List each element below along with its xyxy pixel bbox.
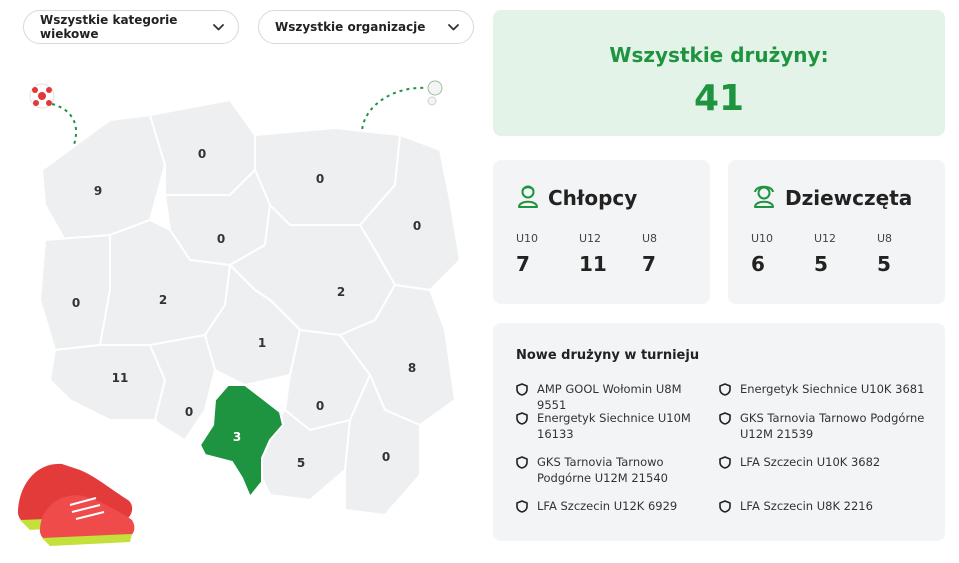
shield-icon [719,500,731,513]
count-pomorskie: 0 [198,147,206,161]
shield-icon [516,412,528,425]
shield-icon [516,500,528,513]
team-name: GKS Tarnovia Tarnowo Podgórne U12M 21540 [537,455,668,485]
team-list-item[interactable]: AMP GOOL Wołomin U8M 9551 [516,381,706,413]
boys-title: Chłopcy [548,186,638,210]
chevron-down-icon [213,21,224,33]
boys-category-value: 7 [642,252,656,276]
team-name: LFA Szczecin U8K 2216 [740,499,873,513]
boys-category-value: 7 [516,252,530,276]
team-list-item[interactable]: LFA Szczecin U12K 6929 [516,498,706,514]
boys-category-label: U10 [516,232,539,245]
shield-icon [719,412,731,425]
team-name: Energetyk Siechnice U10M 16133 [537,411,691,441]
girls-title: Dziewczęta [785,186,913,210]
boys-category-label: U12 [579,232,602,245]
count-slaskie: 3 [233,430,241,444]
girls-category-value: 5 [877,252,891,276]
count-warminsko-mazurskie: 0 [316,172,324,186]
team-list-item[interactable]: Energetyk Siechnice U10M 16133 [516,410,706,442]
girls-category-label: U10 [751,232,774,245]
football-boots-icon [17,463,135,546]
team-name: LFA Szczecin U10K 3682 [740,455,881,469]
girls-category-label: U8 [877,232,893,245]
team-name: GKS Tarnovia Tarnowo Podgórne U12M 21539 [740,411,925,441]
organization-select[interactable]: Wszystkie organizacje [258,10,474,44]
count-opolskie: 0 [185,405,193,419]
total-teams-card: Wszystkie drużyny: 41 [493,10,945,136]
count-kujawsko-pomorskie: 0 [217,232,225,246]
team-list-item[interactable]: GKS Tarnovia Tarnowo Podgórne U12M 21539 [719,410,929,442]
girls-category-value: 6 [751,252,765,276]
total-teams-title: Wszystkie drużyny: [609,43,829,67]
girls-category-value: 5 [814,252,828,276]
soccer-ball-icon [29,83,78,159]
girls-category-label: U12 [814,232,837,245]
team-list-item[interactable]: LFA Szczecin U8K 2216 [719,498,929,514]
total-teams-value: 41 [693,78,745,119]
count-zachodniopomorskie: 9 [94,184,102,198]
team-name: AMP GOOL Wołomin U8M 9551 [537,382,682,412]
team-list-item[interactable]: LFA Szczecin U10K 3682 [719,454,929,470]
team-name: LFA Szczecin U12K 6929 [537,499,678,513]
count-lodzkie: 1 [258,336,266,350]
team-list-item[interactable]: GKS Tarnovia Tarnowo Podgórne U12M 21540 [516,454,696,486]
boys-card: Chłopcy U10 7 U12 11 U8 7 [493,160,710,304]
team-name: Energetyk Siechnice U10K 3681 [740,382,925,396]
age-category-select[interactable]: Wszystkie kategorie wiekowe [23,10,239,44]
whistle-icon [360,80,443,137]
region-dolnoslaskie[interactable] [49,344,166,421]
shield-icon [719,383,731,396]
count-lubuskie: 0 [72,296,80,310]
count-podlaskie: 0 [413,219,421,233]
boys-category-label: U8 [642,232,658,245]
shield-icon [516,456,528,469]
chevron-down-icon [447,21,459,33]
organization-value: Wszystkie organizacje [275,20,426,34]
boy-avatar-icon [517,184,539,212]
count-malopolskie: 5 [297,456,305,470]
count-mazowieckie: 2 [337,285,345,299]
count-podkarpackie: 0 [382,450,390,464]
count-lubelskie: 8 [408,361,416,375]
boys-category-value: 11 [579,252,607,276]
new-teams-title: Nowe drużyny w turnieju [516,348,700,363]
age-category-value: Wszystkie kategorie wiekowe [40,13,178,41]
poland-map: 9 0 0 0 0 0 2 2 1 11 8 0 3 0 5 0 [0,60,480,559]
count-dolnoslaskie: 11 [112,371,129,385]
girl-avatar-icon [752,184,776,212]
new-teams-card: Nowe drużyny w turnieju AMP GOOL Wołomin… [493,323,945,541]
shield-icon [719,456,731,469]
girls-card: Dziewczęta U10 6 U12 5 U8 5 [728,160,945,304]
team-list-item[interactable]: Energetyk Siechnice U10K 3681 [719,381,929,397]
region-lubuskie[interactable] [39,234,111,351]
count-wielkopolskie: 2 [159,293,167,307]
count-swietokrzyskie: 0 [316,399,324,413]
shield-icon [516,383,528,396]
